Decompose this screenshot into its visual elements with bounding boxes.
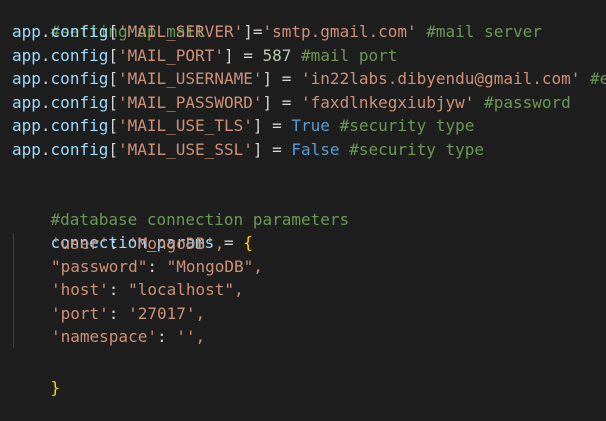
attribute-name: config xyxy=(50,93,109,112)
assign-operator: = xyxy=(262,140,292,159)
code-line-comment-setup: #setting up mail xyxy=(12,0,205,41)
dict-key: 'host' xyxy=(51,280,109,299)
config-value: True xyxy=(291,116,330,135)
config-value: 'in22labs.dibyendu@gmail.com' xyxy=(301,69,581,88)
close-bracket: ] xyxy=(262,69,273,88)
config-key: 'MAIL_PASSWORD' xyxy=(117,93,263,112)
dot: . xyxy=(40,69,51,88)
code-line-dict-entry: 'host': "localhost", xyxy=(51,278,244,301)
dot: . xyxy=(40,22,51,41)
comment-text: #mail port xyxy=(301,46,398,65)
open-bracket: [ xyxy=(108,69,118,88)
dict-value: "localhost", xyxy=(128,280,244,299)
comment-text: #mail server xyxy=(426,22,542,41)
open-brace: { xyxy=(243,233,253,252)
config-value: 'smtp.gmail.com' xyxy=(262,22,417,41)
attribute-name: config xyxy=(50,140,109,159)
dot: . xyxy=(40,140,51,159)
assign-operator: = xyxy=(252,22,263,41)
config-key: 'MAIL_PORT' xyxy=(117,46,224,65)
attribute-name: config xyxy=(50,46,109,65)
indent-guide xyxy=(13,233,14,348)
key-separator: : xyxy=(108,304,129,323)
config-key: 'MAIL_USE_SSL' xyxy=(117,140,253,159)
close-brace: } xyxy=(50,378,61,397)
code-line-dict-close: } xyxy=(12,353,61,397)
code-line-dict-entry: "password": "MongoDB", xyxy=(51,255,263,278)
comment-text: #e xyxy=(590,69,606,88)
assign-operator: = xyxy=(272,69,302,88)
dict-value: '27017', xyxy=(128,304,206,323)
code-line-config: app.config['MAIL_PASSWORD'] = 'faxdlnkeg… xyxy=(12,91,571,114)
dict-value: "MongoDB", xyxy=(166,257,263,276)
config-key: 'MAIL_USE_TLS' xyxy=(117,116,253,135)
code-line-dict-entry: 'port': '27017', xyxy=(51,302,205,325)
comment-text: #password xyxy=(484,93,571,112)
code-line-dict-entry: 'user': 'MongoDB', xyxy=(51,232,224,255)
config-value: False xyxy=(291,140,340,159)
code-line-config: app.config['MAIL_SERVER']='smtp.gmail.co… xyxy=(12,20,542,43)
attribute-name: config xyxy=(50,116,109,135)
object-name: app xyxy=(12,140,41,159)
dot: . xyxy=(40,46,51,65)
object-name: app xyxy=(12,46,41,65)
config-value: 587 xyxy=(262,46,292,65)
open-bracket: [ xyxy=(108,93,118,112)
comment-text: #security type xyxy=(339,116,475,135)
open-bracket: [ xyxy=(108,116,118,135)
key-separator: : xyxy=(108,234,129,253)
code-line-config: app.config['MAIL_USE_TLS'] = True #secur… xyxy=(12,114,474,137)
object-name: app xyxy=(12,93,41,112)
close-bracket: ] xyxy=(243,22,253,41)
code-line-dict-entry: 'namespace': '', xyxy=(51,325,205,348)
dot: . xyxy=(40,93,51,112)
dict-key: 'user' xyxy=(51,234,109,253)
code-editor[interactable]: #setting up mail app.config['MAIL_SERVER… xyxy=(0,0,606,421)
attribute-name: config xyxy=(50,69,109,88)
close-bracket: ] xyxy=(223,46,234,65)
attribute-name: config xyxy=(50,22,109,41)
open-bracket: [ xyxy=(108,22,118,41)
object-name: app xyxy=(12,22,41,41)
assign-operator: = xyxy=(272,93,302,112)
code-line-comment-db: #database connection parameters xyxy=(12,185,350,229)
object-name: app xyxy=(12,69,41,88)
open-bracket: [ xyxy=(108,140,118,159)
comment-text: #security type xyxy=(349,140,485,159)
close-bracket: ] xyxy=(262,93,273,112)
config-key: 'MAIL_SERVER' xyxy=(117,22,244,41)
dict-key: 'port' xyxy=(51,304,109,323)
object-name: app xyxy=(12,116,41,135)
assign-operator: = xyxy=(233,46,263,65)
code-line-config: app.config['MAIL_USERNAME'] = 'in22labs.… xyxy=(12,67,606,90)
dot: . xyxy=(40,116,51,135)
dict-key: 'namespace' xyxy=(51,327,157,346)
key-separator: : xyxy=(108,280,129,299)
open-bracket: [ xyxy=(108,46,118,65)
code-line-config: app.config['MAIL_PORT'] = 587 #mail port xyxy=(12,44,397,67)
config-value: 'faxdlnkegxiubjyw' xyxy=(301,93,475,112)
key-separator: : xyxy=(147,257,167,276)
dict-key: "password" xyxy=(51,257,148,276)
code-line-dict-open: connection_params = { xyxy=(12,208,253,252)
dict-value: 'MongoDB', xyxy=(128,234,225,253)
assign-operator: = xyxy=(262,116,292,135)
code-line-config: app.config['MAIL_USE_SSL'] = False #secu… xyxy=(12,138,484,161)
key-separator: : xyxy=(156,327,177,346)
dict-value: '', xyxy=(176,327,206,346)
config-key: 'MAIL_USERNAME' xyxy=(117,69,263,88)
